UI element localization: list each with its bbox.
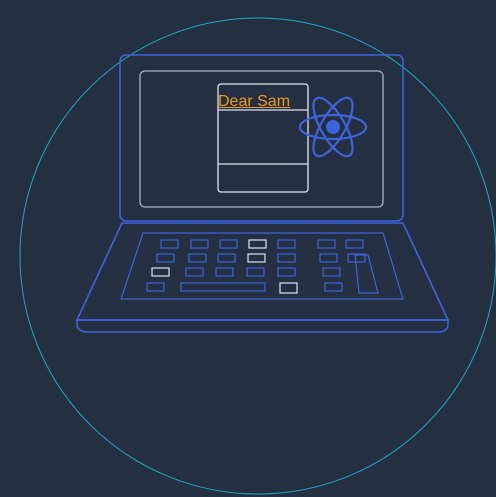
enter-key <box>354 254 379 294</box>
laptop-lid <box>119 54 404 222</box>
laptop-base <box>75 222 450 333</box>
key <box>156 253 175 263</box>
key-highlight <box>247 253 266 263</box>
illustration <box>19 17 496 495</box>
key <box>219 239 238 249</box>
key <box>185 267 204 277</box>
key <box>217 253 236 263</box>
key-highlight <box>248 239 267 249</box>
key <box>246 267 265 277</box>
laptop-lid-outer <box>119 54 404 222</box>
key <box>324 282 343 292</box>
note-greeting-text: Dear Sam <box>218 93 291 110</box>
key <box>160 239 179 249</box>
key <box>277 239 296 249</box>
key <box>188 253 207 263</box>
keyboard-keys <box>146 239 379 294</box>
laptop-front-edge <box>76 319 449 333</box>
atom-icon <box>298 96 368 158</box>
key <box>322 267 341 277</box>
spacebar-key <box>180 282 266 292</box>
key <box>146 282 165 292</box>
laptop-deck <box>75 222 450 321</box>
key <box>190 239 209 249</box>
background-circle <box>19 17 496 495</box>
key-highlight <box>151 267 170 277</box>
key <box>277 267 296 277</box>
key <box>345 239 364 249</box>
key <box>277 253 296 263</box>
key-highlight <box>279 282 298 294</box>
key <box>215 267 234 277</box>
keyboard-area <box>120 232 404 300</box>
key <box>317 239 336 249</box>
key <box>319 253 338 263</box>
